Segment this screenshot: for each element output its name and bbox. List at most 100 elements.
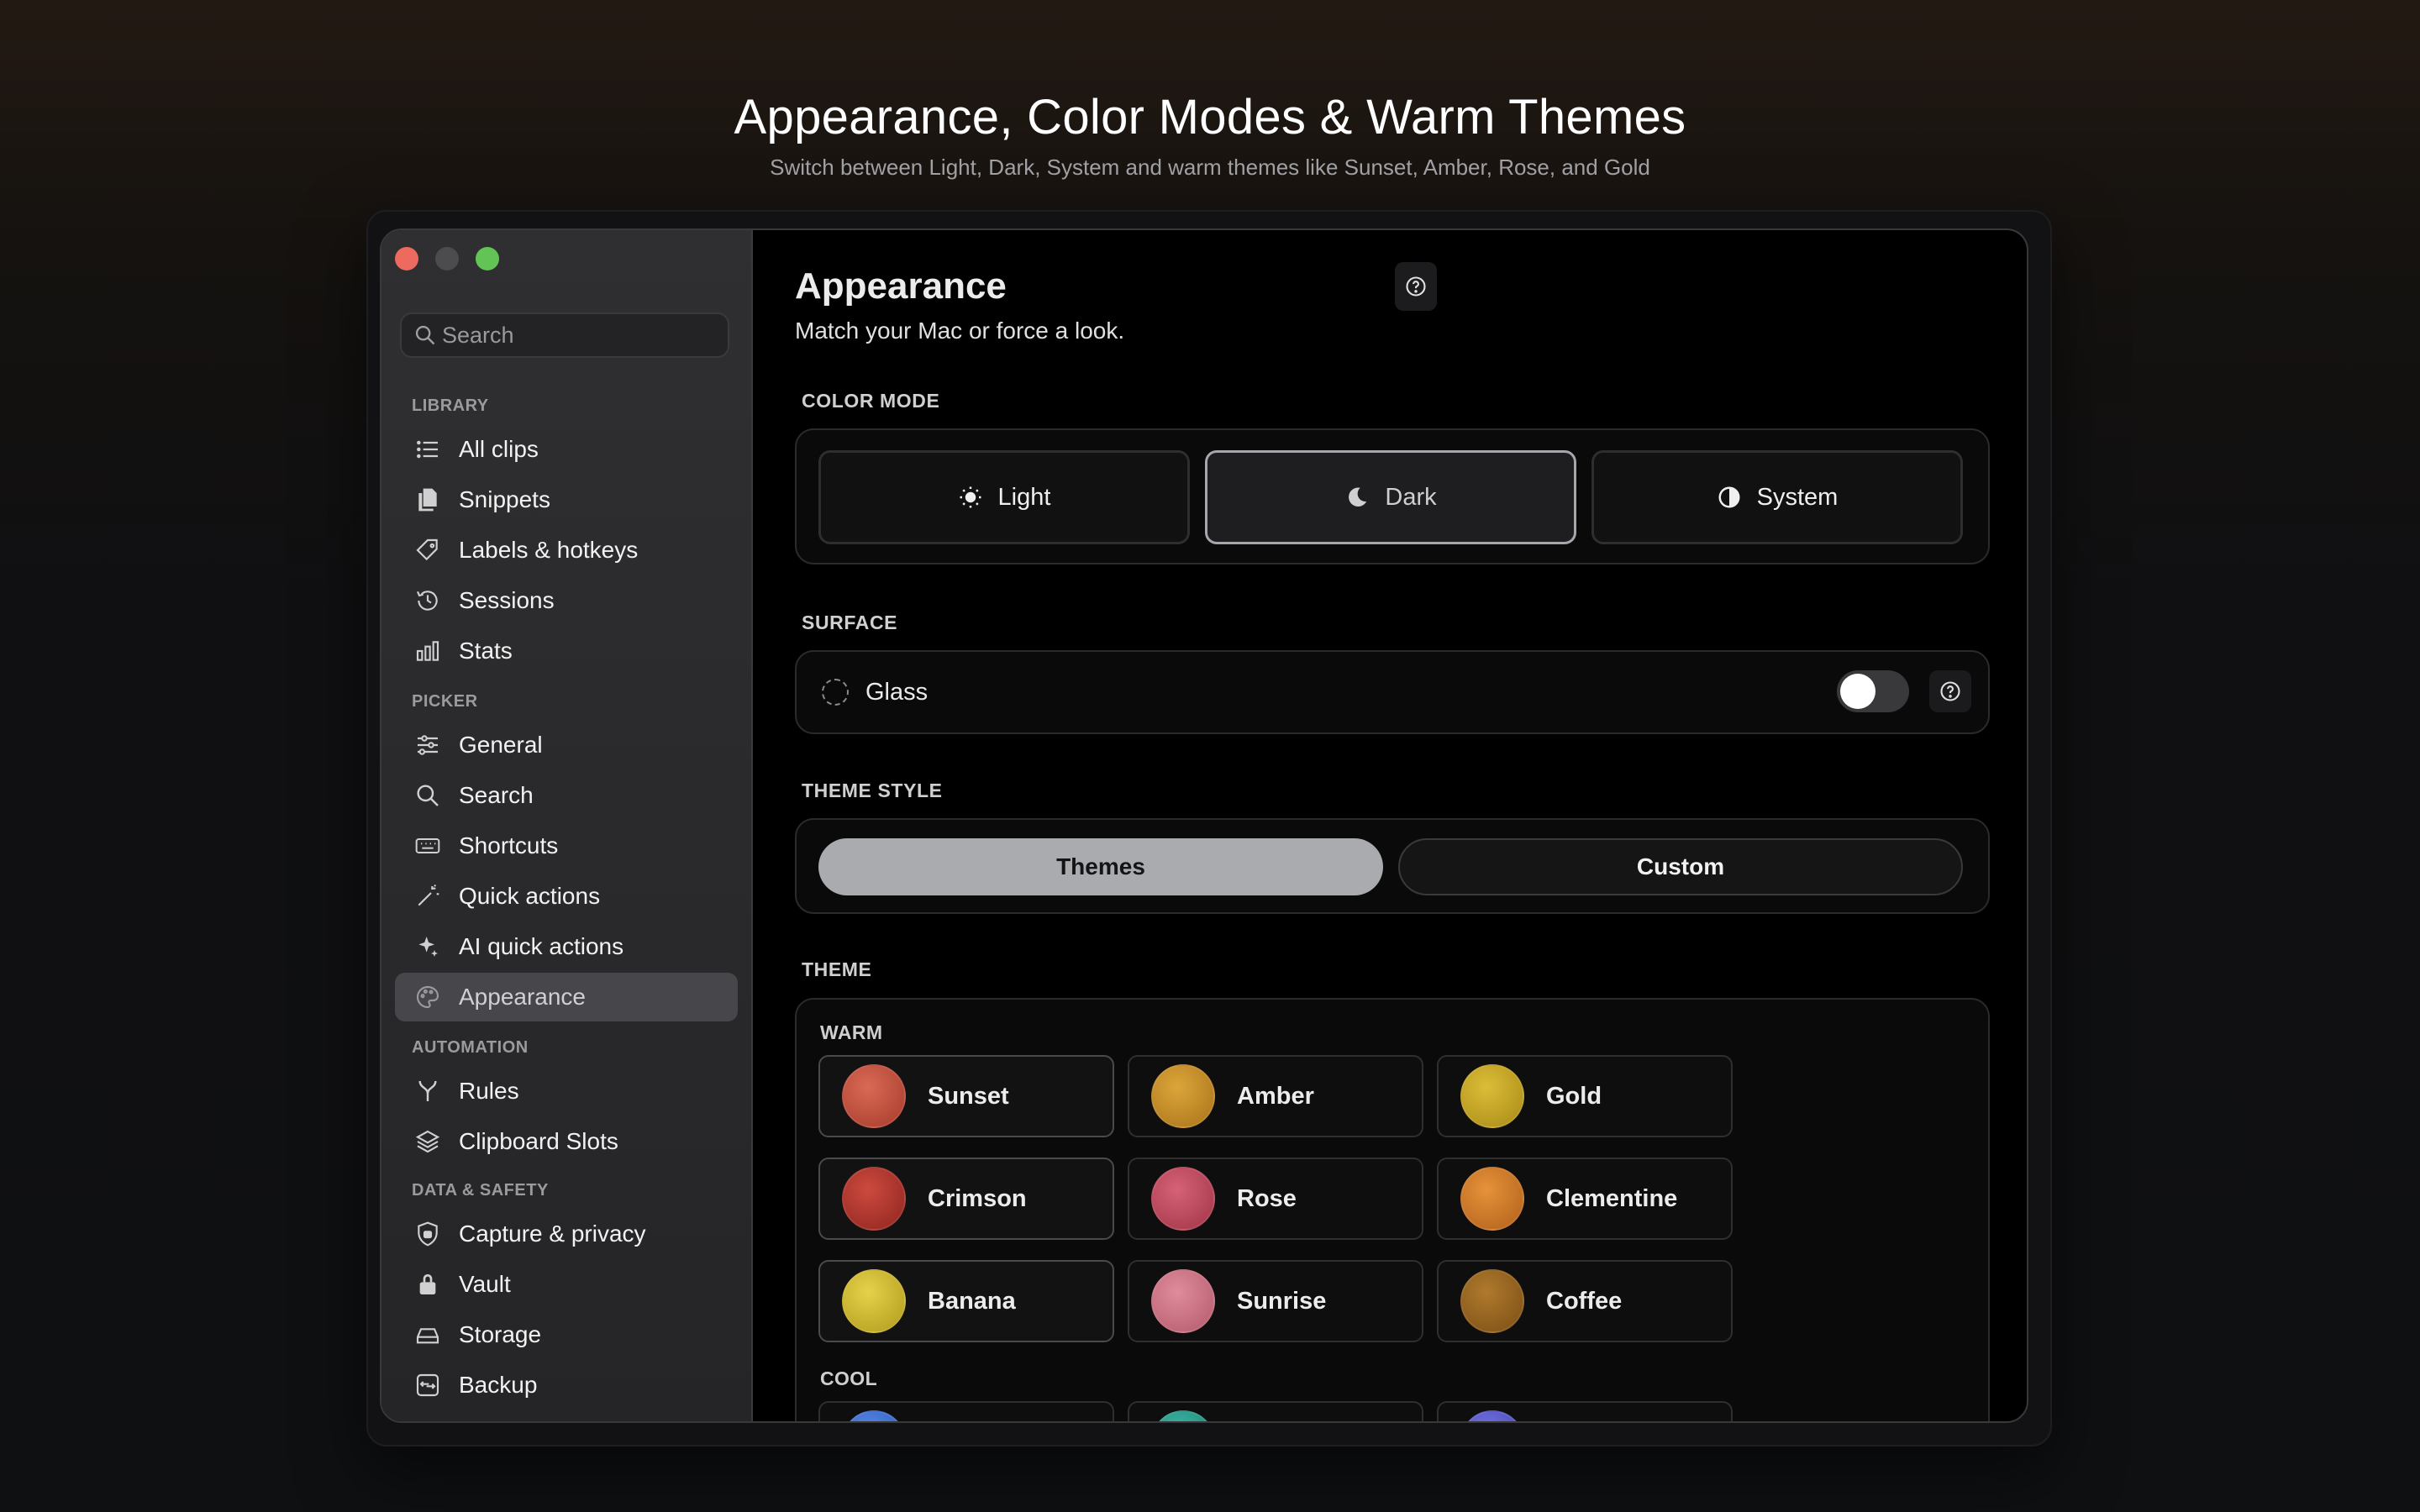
sidebar-item-label: Search xyxy=(459,782,534,808)
sidebar-search[interactable] xyxy=(400,312,729,358)
sidebar-item-backup[interactable]: Backup xyxy=(395,1361,738,1410)
theme-style-card: Themes Custom xyxy=(795,818,1990,914)
theme-sunset[interactable]: Sunset xyxy=(818,1055,1114,1137)
sidebar-item-label: Capture & privacy xyxy=(459,1221,646,1247)
documents-icon xyxy=(413,486,442,514)
theme-gold[interactable]: Gold xyxy=(1437,1055,1733,1137)
glass-label: Glass xyxy=(865,678,929,706)
sidebar-item-label: Labels & hotkeys xyxy=(459,537,639,563)
theme-clementine[interactable]: Clementine xyxy=(1437,1158,1733,1240)
swatch-dot xyxy=(1460,1064,1524,1128)
glass-help-button[interactable] xyxy=(1929,670,1971,712)
palette-icon xyxy=(413,983,442,1011)
sidebar-item-label: General xyxy=(459,732,543,758)
shield-icon xyxy=(413,1220,442,1248)
swatch-dot xyxy=(842,1167,906,1231)
main-content: Appearance Match your Mac or force a loo… xyxy=(755,230,2027,1421)
theme-card: WARM Sunset Amber Gold Crimson Rose Clem… xyxy=(795,998,1990,1421)
theme-cool-1[interactable] xyxy=(818,1401,1114,1421)
theme-label: THEME xyxy=(802,958,872,980)
theme-rose[interactable]: Rose xyxy=(1128,1158,1423,1240)
theme-style-custom-button[interactable]: Custom xyxy=(1398,838,1963,895)
layers-icon xyxy=(413,1127,442,1156)
sidebar-item-snippets[interactable]: Snippets xyxy=(395,475,738,524)
search-icon xyxy=(415,325,435,345)
section-picker: PICKER xyxy=(412,692,478,711)
maximize-button[interactable] xyxy=(476,247,499,270)
sidebar-item-search[interactable]: Search xyxy=(395,771,738,820)
swatch-dot xyxy=(842,1410,906,1421)
theme-cool-2[interactable] xyxy=(1128,1401,1423,1421)
section-library: LIBRARY xyxy=(412,396,489,415)
sidebar-item-label: Quick actions xyxy=(459,883,601,909)
tag-icon xyxy=(413,536,442,564)
swatch-label: Banana xyxy=(928,1287,1016,1315)
moon-icon xyxy=(1349,487,1367,507)
swatch-label: Gold xyxy=(1546,1082,1602,1110)
sidebar-item-label: Storage xyxy=(459,1321,542,1347)
swatch-dot xyxy=(1151,1410,1215,1421)
settings-window: LIBRARY All clips Snippets Labels & hotk… xyxy=(380,228,2028,1423)
sidebar-item-clipboard-slots[interactable]: Clipboard Slots xyxy=(395,1117,738,1166)
theme-sunrise[interactable]: Sunrise xyxy=(1128,1260,1423,1342)
glass-row: Glass xyxy=(797,652,1988,732)
sidebar-item-label: Shortcuts xyxy=(459,832,559,858)
sidebar-item-storage[interactable]: Storage xyxy=(395,1310,738,1359)
swatch-label: Coffee xyxy=(1546,1287,1623,1315)
surface-card: Glass xyxy=(795,650,1990,734)
sun-icon xyxy=(960,486,981,508)
history-icon xyxy=(413,586,442,615)
sidebar-item-label: All clips xyxy=(459,436,539,462)
question-icon xyxy=(1406,276,1426,297)
toggle-knob xyxy=(1840,674,1876,709)
sidebar-item-shortcuts[interactable]: Shortcuts xyxy=(395,822,738,870)
close-button[interactable] xyxy=(395,247,418,270)
swatch-label: Crimson xyxy=(928,1184,1027,1212)
theme-amber[interactable]: Amber xyxy=(1128,1055,1423,1137)
theme-coffee[interactable]: Coffee xyxy=(1437,1260,1733,1342)
sidebar-item-vault[interactable]: Vault xyxy=(395,1260,738,1309)
mode-light-button[interactable]: Light xyxy=(818,450,1190,544)
color-mode-card: Light Dark System xyxy=(795,428,1990,564)
page-subtitle: Match your Mac or force a look. xyxy=(795,318,1125,344)
sidebar-item-all-clips[interactable]: All clips xyxy=(395,425,738,474)
sidebar-item-labels-hotkeys[interactable]: Labels & hotkeys xyxy=(395,526,738,575)
minimize-button[interactable] xyxy=(435,247,459,270)
sidebar-item-rules[interactable]: Rules xyxy=(395,1067,738,1116)
sliders-icon xyxy=(413,731,442,759)
sidebar-item-capture-privacy[interactable]: Capture & privacy xyxy=(395,1210,738,1258)
drive-icon xyxy=(413,1320,442,1349)
mode-system-button[interactable]: System xyxy=(1591,450,1963,544)
mode-system-label: System xyxy=(1756,483,1839,511)
warm-group-label: WARM xyxy=(820,1021,883,1043)
theme-banana[interactable]: Banana xyxy=(818,1260,1114,1342)
sidebar-item-label: Appearance xyxy=(459,984,587,1010)
swatch-dot xyxy=(1460,1167,1524,1231)
help-button[interactable] xyxy=(1395,262,1437,311)
glass-toggle[interactable] xyxy=(1837,670,1909,712)
sidebar-item-quick-actions[interactable]: Quick actions xyxy=(395,872,738,921)
swatch-dot xyxy=(1460,1410,1524,1421)
swatch-label: Rose xyxy=(1237,1184,1297,1212)
search-icon xyxy=(413,781,442,810)
fork-icon xyxy=(413,1077,442,1105)
swatch-label: Sunset xyxy=(928,1082,1009,1110)
swatch-dot xyxy=(1151,1269,1215,1333)
theme-cool-3[interactable] xyxy=(1437,1401,1733,1421)
list-icon xyxy=(413,435,442,464)
sidebar-item-label: Vault xyxy=(459,1271,511,1297)
theme-crimson[interactable]: Crimson xyxy=(818,1158,1114,1240)
page-title: Appearance xyxy=(795,265,1007,307)
sidebar-item-label: Stats xyxy=(459,638,513,664)
sidebar-item-appearance[interactable]: Appearance xyxy=(395,973,738,1021)
sidebar-item-sessions[interactable]: Sessions xyxy=(395,576,738,625)
swatch-dot xyxy=(1151,1064,1215,1128)
sidebar-item-ai-quick-actions[interactable]: AI quick actions xyxy=(395,922,738,971)
theme-style-themes-button[interactable]: Themes xyxy=(818,838,1383,895)
search-input[interactable] xyxy=(442,322,711,349)
mode-dark-button[interactable]: Dark xyxy=(1205,450,1576,544)
bar-chart-icon xyxy=(413,637,442,665)
sidebar-item-general[interactable]: General xyxy=(395,721,738,769)
section-data-safety: DATA & SAFETY xyxy=(412,1181,549,1200)
sidebar-item-stats[interactable]: Stats xyxy=(395,627,738,675)
